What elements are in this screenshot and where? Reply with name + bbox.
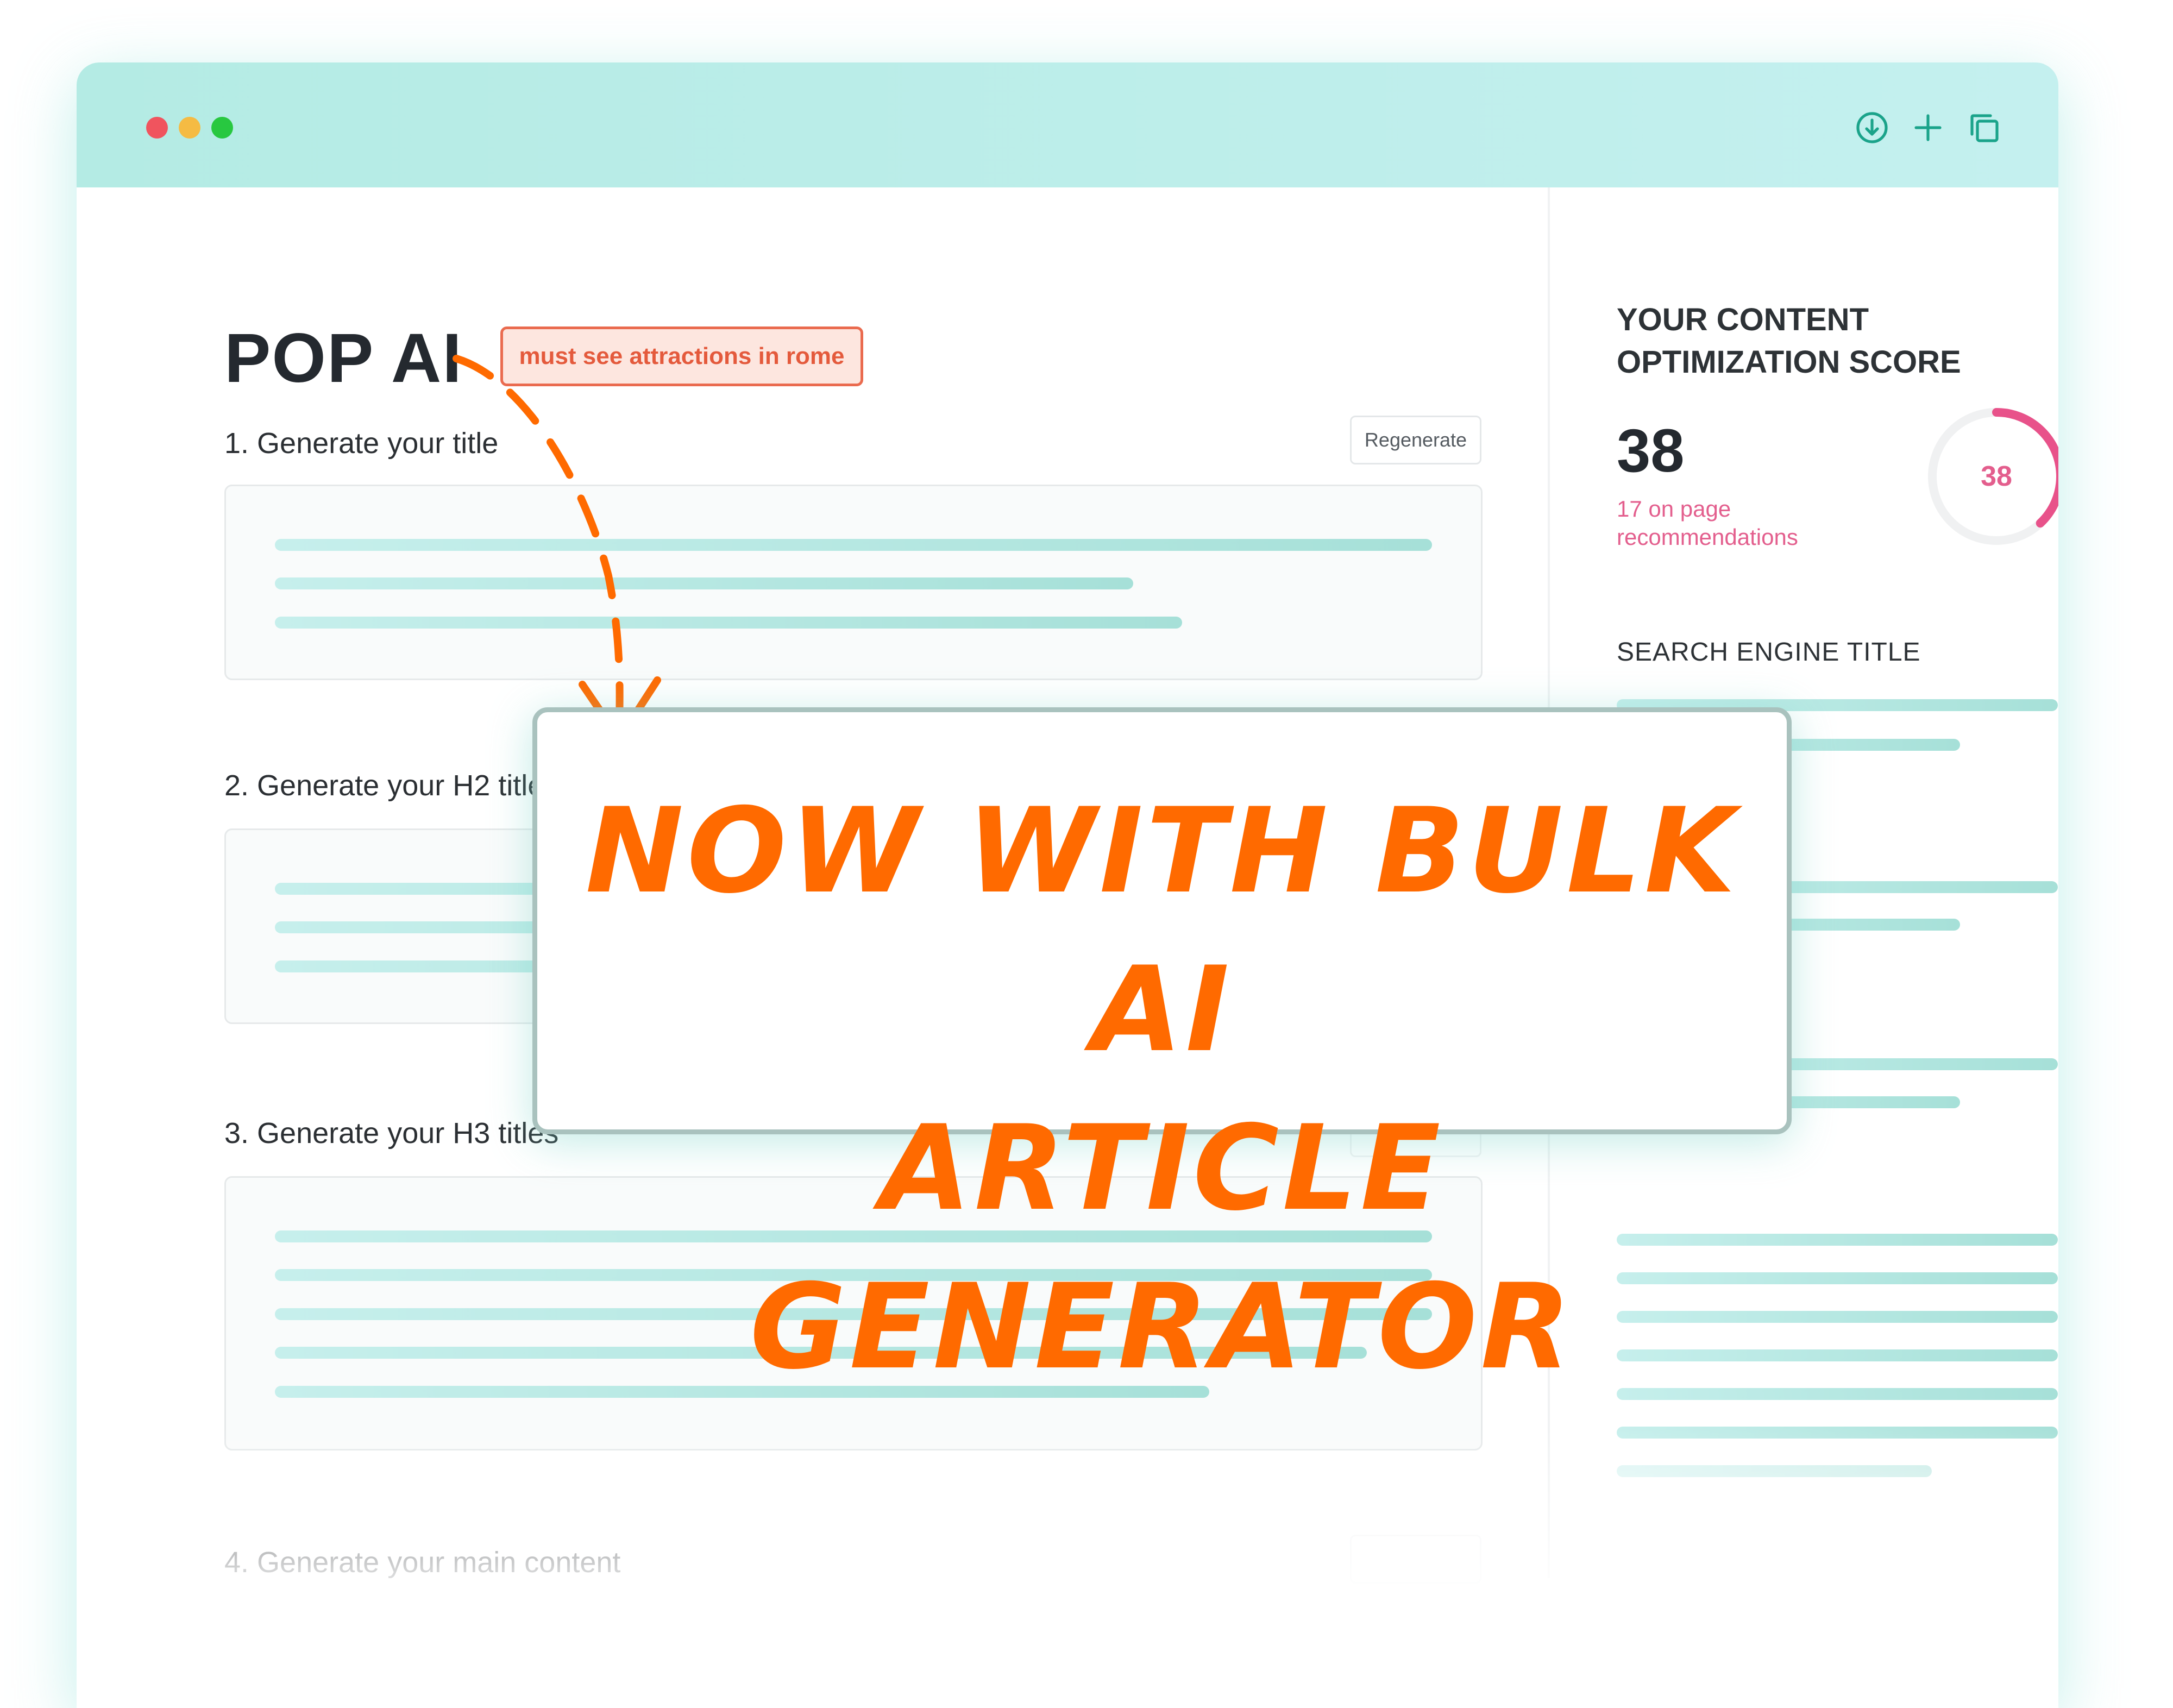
download-circle-icon[interactable] (1850, 106, 1894, 149)
score-heading: YOUR CONTENT OPTIMIZATION SCORE (1617, 302, 1961, 380)
placeholder-line (1617, 1427, 2058, 1439)
gauge-score-label: 38 (1981, 461, 2012, 492)
callout-line-1: NOW WITH BULK AI (585, 783, 1739, 1078)
minimize-window-button[interactable] (179, 117, 200, 139)
score-value: 38 (1617, 417, 1685, 485)
step-main-content-label: 4. Generate your main content (224, 1546, 621, 1579)
callout-headline: NOW WITH BULK AI ARTICLE GENERATOR (537, 772, 1787, 1406)
placeholder-line (275, 577, 1133, 589)
recommendations-link[interactable]: 17 on page recommendations (1617, 495, 1845, 551)
step-h2-label: 2. Generate your H2 titles (224, 769, 559, 802)
regenerate-button[interactable] (1350, 1535, 1481, 1584)
search-engine-title-heading: SEARCH ENGINE TITLE (1617, 638, 1921, 667)
placeholder-line (275, 617, 1182, 629)
step-h3-label: 3. Generate your H3 titles (224, 1117, 559, 1150)
maximize-window-button[interactable] (211, 117, 233, 139)
regenerate-button[interactable]: Regenerate (1350, 416, 1481, 464)
dashed-arrow-icon (453, 355, 661, 743)
duplicate-icon[interactable] (1962, 106, 2006, 149)
announcement-callout: NOW WITH BULK AI ARTICLE GENERATOR (532, 707, 1792, 1395)
plus-icon[interactable] (1906, 106, 1950, 149)
callout-line-2: ARTICLE GENERATOR (750, 1100, 1574, 1395)
placeholder-line (1617, 1465, 1932, 1477)
close-window-button[interactable] (146, 117, 168, 139)
app-logo: POP AI (224, 319, 463, 397)
title-bar (77, 62, 2058, 187)
title-result-card (224, 485, 1483, 680)
